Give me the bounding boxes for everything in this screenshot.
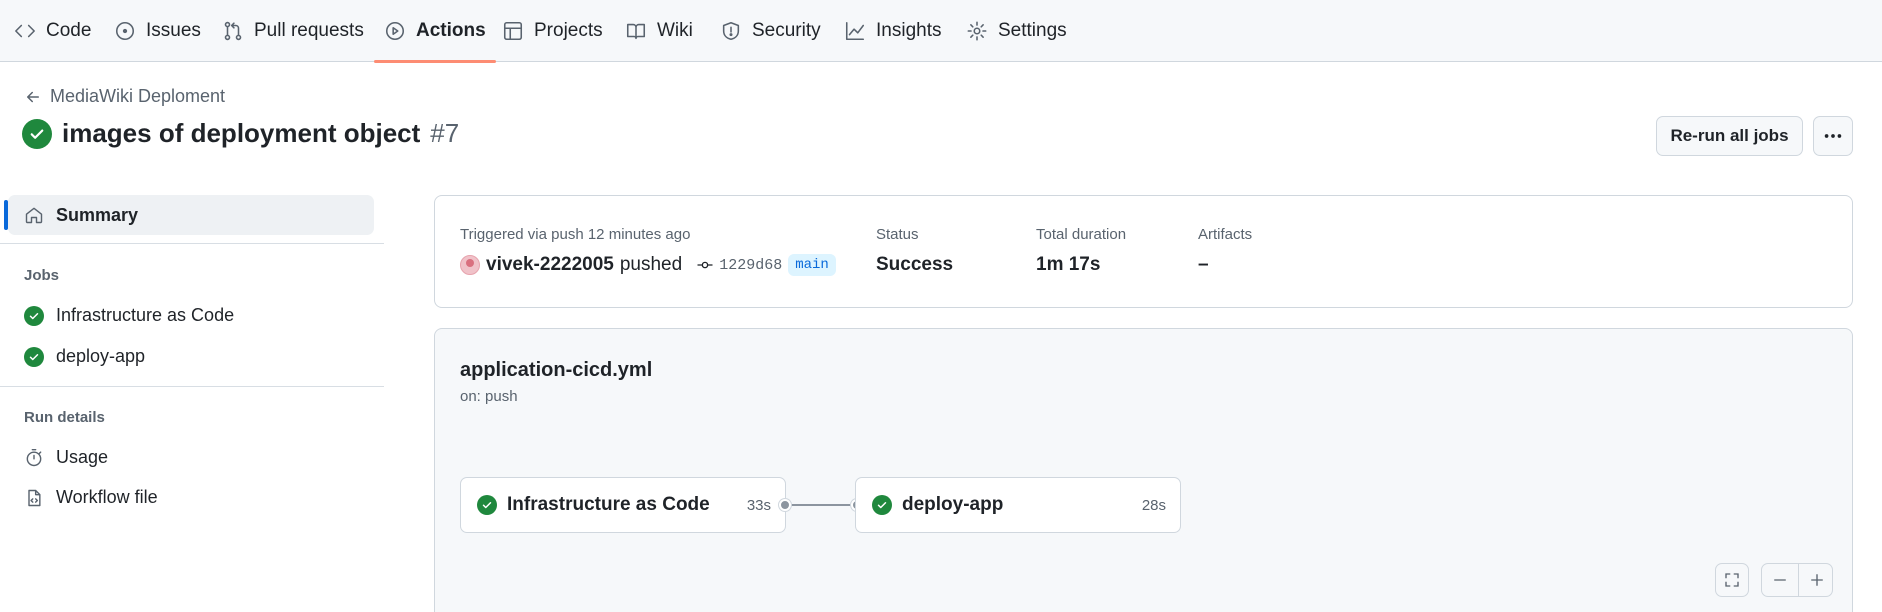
run-title-row: images of deployment object #7 xyxy=(22,118,459,149)
run-summary-card: Triggered via push 12 minutes ago vivek-… xyxy=(434,195,1853,308)
tab-insights[interactable]: Insights xyxy=(844,0,941,62)
issue-opened-icon xyxy=(115,21,135,41)
artifacts-value: – xyxy=(1198,254,1209,275)
avatar xyxy=(460,255,480,275)
job-name: Infrastructure as Code xyxy=(507,494,710,515)
artifacts-label: Artifacts xyxy=(1198,226,1253,243)
shield-icon xyxy=(722,21,740,41)
commit-link[interactable]: 1229d68 xyxy=(696,256,782,274)
job-duration: 28s xyxy=(1141,496,1166,514)
workflow-name: MediaWiki Deploment xyxy=(50,86,226,106)
tab-label: Wiki xyxy=(657,20,693,41)
commit-sha: 1229d68 xyxy=(719,256,783,274)
job-name: deploy-app xyxy=(902,494,1004,515)
plus-icon xyxy=(1810,574,1823,586)
tab-code[interactable]: Code xyxy=(14,0,91,62)
minus-icon xyxy=(1774,579,1786,581)
stopwatch-icon xyxy=(26,448,42,466)
duration-value: 1m 17s xyxy=(1036,254,1101,275)
success-check-icon xyxy=(22,118,52,149)
home-icon xyxy=(25,207,43,224)
branch-badge[interactable]: main xyxy=(788,254,836,276)
connector-dot xyxy=(779,499,791,511)
actor-link[interactable]: vivek-2222005 xyxy=(486,254,614,276)
duration-label: Total duration xyxy=(1036,226,1127,243)
tab-label: Security xyxy=(752,20,821,41)
job-node-infrastructure[interactable]: Infrastructure as Code 33s xyxy=(460,477,786,533)
file-code-icon xyxy=(28,489,41,506)
success-check-icon xyxy=(24,346,44,367)
run-number: #7 xyxy=(430,118,460,148)
action-text: pushed xyxy=(619,254,683,275)
trigger-details: vivek-2222005 pushed 1229d68 main xyxy=(460,254,836,276)
back-to-workflow-link[interactable]: MediaWiki Deploment xyxy=(24,86,225,107)
sidebar-item-usage[interactable]: Usage xyxy=(24,447,108,468)
tab-label: Code xyxy=(46,20,92,41)
git-pull-request-icon xyxy=(224,21,242,41)
job-node-deploy-app[interactable]: deploy-app 28s xyxy=(855,477,1181,533)
sidebar-item-job-infrastructure[interactable]: Infrastructure as Code xyxy=(24,305,234,326)
gear-icon xyxy=(967,21,987,41)
sidebar-item-label: deploy-app xyxy=(56,346,146,366)
table-icon xyxy=(503,21,523,41)
zoom-out-button[interactable] xyxy=(1762,564,1798,596)
trigger-text: Triggered via push 12 minutes ago xyxy=(460,226,691,243)
sidebar-item-label: Infrastructure as Code xyxy=(56,305,235,325)
workflow-trigger: on: push xyxy=(460,388,518,405)
screen-full-icon xyxy=(1725,573,1739,587)
tab-label: Actions xyxy=(416,20,486,41)
rerun-all-jobs-button[interactable]: Re-run all jobs xyxy=(1656,116,1803,156)
tab-issues[interactable]: Issues xyxy=(114,0,201,62)
tab-label: Insights xyxy=(876,20,942,41)
kebab-horizontal-icon xyxy=(1824,134,1842,138)
sidebar-item-label: Usage xyxy=(56,447,109,467)
code-icon xyxy=(15,24,35,38)
sidebar-heading-run-details: Run details xyxy=(24,409,105,426)
job-connector xyxy=(785,504,857,506)
divider xyxy=(0,386,384,387)
arrow-left-icon xyxy=(27,91,39,102)
status-label: Status xyxy=(876,226,919,243)
status-value: Success xyxy=(876,254,954,275)
workflow-graph-card: application-cicd.yml on: push Infrastruc… xyxy=(434,328,1853,612)
fullscreen-button[interactable] xyxy=(1715,563,1749,597)
tab-actions[interactable]: Actions xyxy=(374,0,496,63)
zoom-in-button[interactable] xyxy=(1798,564,1834,596)
success-check-icon xyxy=(872,495,892,515)
graph-icon xyxy=(845,21,865,41)
tab-label: Projects xyxy=(534,20,603,41)
sidebar-item-label: Summary xyxy=(56,204,139,225)
success-check-icon xyxy=(477,495,497,515)
sidebar-item-job-deploy-app[interactable]: deploy-app xyxy=(24,346,145,367)
repo-nav: Code Issues Pull requests Actions Projec… xyxy=(0,0,1882,63)
sidebar-item-workflow-file[interactable]: Workflow file xyxy=(24,487,158,508)
tab-label: Settings xyxy=(998,20,1067,41)
sidebar-heading-jobs: Jobs xyxy=(24,267,60,284)
git-commit-icon xyxy=(697,261,713,269)
sidebar-item-label: Workflow file xyxy=(56,487,158,507)
job-duration: 33s xyxy=(746,496,771,514)
tab-settings[interactable]: Settings xyxy=(966,0,1067,62)
tab-projects[interactable]: Projects xyxy=(502,0,603,62)
success-check-icon xyxy=(24,305,44,326)
tab-wiki[interactable]: Wiki xyxy=(625,0,693,62)
play-icon xyxy=(385,21,405,41)
run-title: images of deployment object xyxy=(62,118,421,148)
zoom-controls xyxy=(1761,563,1833,597)
more-options-button[interactable] xyxy=(1813,116,1853,156)
tab-label: Pull requests xyxy=(254,20,364,41)
divider xyxy=(0,243,384,244)
book-icon xyxy=(626,23,646,40)
tab-pull-requests[interactable]: Pull requests xyxy=(222,0,364,62)
tab-label: Issues xyxy=(146,20,201,41)
sidebar-item-summary[interactable]: Summary xyxy=(4,195,374,235)
tab-security[interactable]: Security xyxy=(720,0,821,62)
workflow-file-name: application-cicd.yml xyxy=(460,359,653,381)
